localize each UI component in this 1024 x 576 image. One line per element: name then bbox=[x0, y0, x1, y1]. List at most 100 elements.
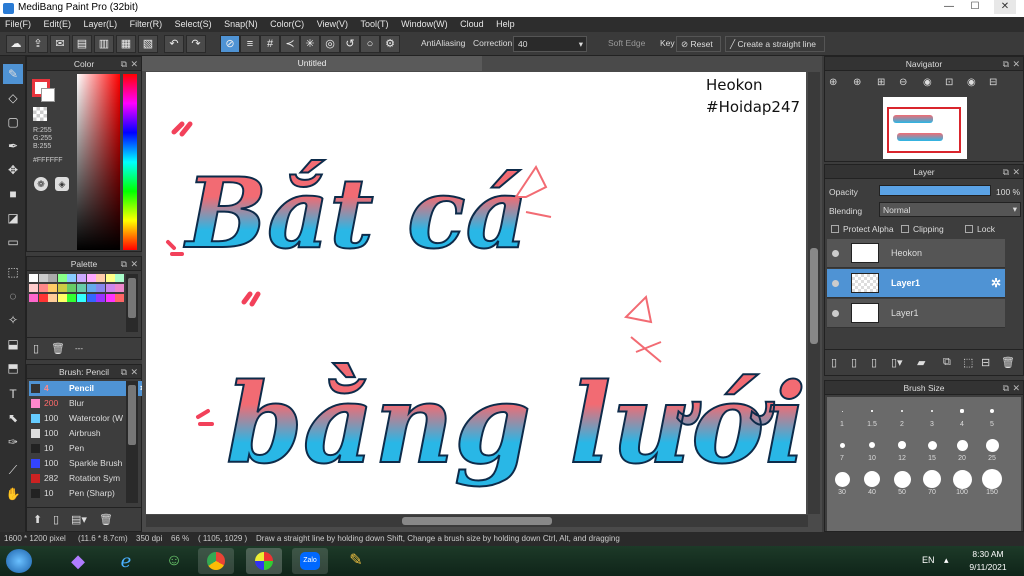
brush-size-option[interactable]: 15 bbox=[922, 435, 942, 462]
menu-filter[interactable]: Filter(R) bbox=[125, 17, 168, 31]
maximize-button[interactable]: ☐ bbox=[964, 0, 986, 14]
brush-size-option[interactable]: 10 bbox=[862, 435, 882, 462]
palette-swatch[interactable] bbox=[38, 274, 48, 282]
close-panel-icon[interactable]: ✕ bbox=[130, 365, 138, 379]
flip-icon[interactable]: ⊟ bbox=[989, 77, 997, 88]
color-wheel-icon[interactable]: ❁ bbox=[34, 177, 48, 191]
select-eraser-tool-icon[interactable]: ⬒ bbox=[3, 358, 23, 378]
new-brush-icon[interactable]: ▯ bbox=[53, 513, 59, 526]
brush-size-option[interactable]: 25 bbox=[982, 435, 1002, 462]
vertical-scrollbar[interactable] bbox=[808, 72, 820, 514]
brush-tool-icon[interactable]: ✎ bbox=[3, 64, 23, 84]
brush-size-option[interactable]: 5 bbox=[982, 401, 1002, 428]
menu-snap[interactable]: Snap(N) bbox=[219, 17, 263, 31]
minimize-button[interactable]: — bbox=[938, 0, 960, 14]
duplicate-layer-icon[interactable]: ⧉ bbox=[943, 356, 951, 369]
redo-icon[interactable]: ↷ bbox=[186, 35, 206, 53]
lock-checkbox[interactable] bbox=[965, 225, 973, 233]
share-icon[interactable]: ⇪ bbox=[28, 35, 48, 53]
brush-size-option[interactable]: 100 bbox=[952, 469, 972, 496]
palette-swatch[interactable] bbox=[67, 284, 77, 292]
zoom-out-icon[interactable]: ⊕ bbox=[853, 77, 861, 88]
palette-swatch[interactable] bbox=[96, 274, 106, 282]
lasso-tool-icon[interactable]: ◌ bbox=[3, 286, 23, 306]
eraser-tool-icon[interactable]: ◇ bbox=[3, 88, 23, 108]
visibility-icon[interactable] bbox=[832, 310, 839, 317]
text-tool-icon[interactable]: T bbox=[3, 384, 23, 404]
pen-tool-icon[interactable]: ✒ bbox=[3, 136, 23, 156]
brush-size-option[interactable]: 40 bbox=[862, 469, 882, 496]
palette-swatch[interactable] bbox=[86, 284, 96, 292]
delete-layer-icon[interactable]: 🗑 bbox=[1001, 356, 1015, 369]
saturation-value-picker[interactable] bbox=[77, 74, 120, 250]
popout-icon[interactable]: ⧉ bbox=[1003, 165, 1009, 179]
zoom-reset-icon[interactable]: ⊖ bbox=[899, 77, 907, 88]
straight-line-button[interactable]: ╱ Create a straight line bbox=[725, 36, 825, 52]
snap-off-icon[interactable]: ⊘ bbox=[220, 35, 240, 53]
drawing-canvas[interactable]: Bắt cá bằng lưới Heokon #Hoidap247 bbox=[146, 72, 806, 514]
paint-icon[interactable]: ✎ bbox=[338, 548, 374, 574]
transparent-color-swatch[interactable] bbox=[33, 107, 47, 121]
popout-icon[interactable]: ⧉ bbox=[1003, 381, 1009, 395]
opacity-slider[interactable] bbox=[879, 185, 991, 196]
palette-scroll-thumb[interactable] bbox=[128, 278, 136, 318]
brush-size-option[interactable]: 70 bbox=[922, 469, 942, 496]
gear-icon[interactable]: ✲ bbox=[991, 276, 1001, 290]
brush-scroll-thumb[interactable] bbox=[128, 385, 136, 445]
chat-icon[interactable]: ▤ bbox=[72, 35, 92, 53]
menu-layer[interactable]: Layer(L) bbox=[79, 17, 123, 31]
popout-icon[interactable]: ⧉ bbox=[121, 257, 127, 271]
menu-select[interactable]: Select(S) bbox=[170, 17, 217, 31]
brush-scrollbar[interactable] bbox=[126, 381, 138, 503]
magic-wand-tool-icon[interactable]: ✧ bbox=[3, 310, 23, 330]
clock[interactable]: 8:30 AM 9/11/2021 bbox=[958, 548, 1018, 574]
new-halftone-layer-icon[interactable]: ▯ bbox=[851, 356, 857, 369]
new-palette-icon[interactable]: ▯ bbox=[33, 342, 39, 355]
brush-size-option[interactable]: 7 bbox=[832, 435, 852, 462]
menu-color[interactable]: Color(C) bbox=[265, 17, 309, 31]
correction-select[interactable]: 40 ▾ bbox=[513, 36, 587, 52]
layer-row-layer1[interactable]: Layer1 bbox=[827, 299, 1005, 328]
add-layer-menu-icon[interactable]: ▯▾ bbox=[891, 356, 903, 369]
table-icon[interactable]: ▧ bbox=[138, 35, 158, 53]
snap-vanish-icon[interactable]: ≺ bbox=[280, 35, 300, 53]
fit-icon[interactable]: ⊞ bbox=[877, 77, 885, 88]
tray-expand-icon[interactable]: ▴ bbox=[944, 555, 949, 566]
visibility-icon[interactable] bbox=[832, 250, 839, 257]
grid-icon[interactable]: ▦ bbox=[116, 35, 136, 53]
dropper-tool-icon[interactable]: ⟋ bbox=[3, 460, 23, 480]
select-pen-tool-icon[interactable]: ⬓ bbox=[3, 334, 23, 354]
bucket-tool-icon[interactable]: ◪ bbox=[3, 208, 23, 228]
brush-size-option[interactable]: 50 bbox=[892, 469, 912, 496]
coccoc-icon[interactable]: ☺ bbox=[156, 548, 192, 574]
language-indicator[interactable]: EN bbox=[922, 555, 935, 565]
cloud-icon[interactable]: ☁ bbox=[6, 35, 26, 53]
close-panel-icon[interactable]: ✕ bbox=[130, 57, 138, 71]
brush-size-option[interactable]: 2 bbox=[892, 401, 912, 428]
palette-swatch[interactable] bbox=[86, 274, 96, 282]
palette-swatch[interactable] bbox=[29, 274, 38, 282]
brush-size-option[interactable]: 4 bbox=[952, 401, 972, 428]
palette-swatch[interactable] bbox=[57, 284, 67, 292]
brush-size-option[interactable]: 12 bbox=[892, 435, 912, 462]
zoom-in-icon[interactable]: ⊕ bbox=[829, 77, 837, 88]
menu-cloud[interactable]: Cloud bbox=[455, 17, 489, 31]
zalo-taskbar-button[interactable]: Zalo bbox=[292, 548, 328, 574]
menu-view[interactable]: View(V) bbox=[312, 17, 353, 31]
close-button[interactable]: ✕ bbox=[994, 0, 1016, 14]
horizontal-scroll-thumb[interactable] bbox=[402, 517, 552, 525]
new-8bit-layer-icon[interactable]: ▯ bbox=[871, 356, 877, 369]
color-picker-icon[interactable]: ◈ bbox=[55, 177, 69, 191]
horizontal-scrollbar[interactable] bbox=[146, 515, 808, 527]
delete-brush-icon[interactable]: 🗑 bbox=[99, 513, 113, 526]
navigator-preview[interactable] bbox=[883, 97, 967, 159]
palette-swatch[interactable] bbox=[67, 294, 77, 302]
snap-curve-icon[interactable]: ↺ bbox=[340, 35, 360, 53]
internet-explorer-icon[interactable]: ℯ bbox=[108, 548, 144, 574]
palette-swatch[interactable] bbox=[115, 294, 125, 302]
palette-swatch[interactable] bbox=[48, 284, 58, 292]
brush-menu-icon[interactable]: ▤▾ bbox=[71, 513, 87, 526]
palette-swatch[interactable] bbox=[67, 274, 77, 282]
close-panel-icon[interactable]: ✕ bbox=[1012, 57, 1020, 71]
palette-scrollbar[interactable] bbox=[126, 274, 138, 332]
